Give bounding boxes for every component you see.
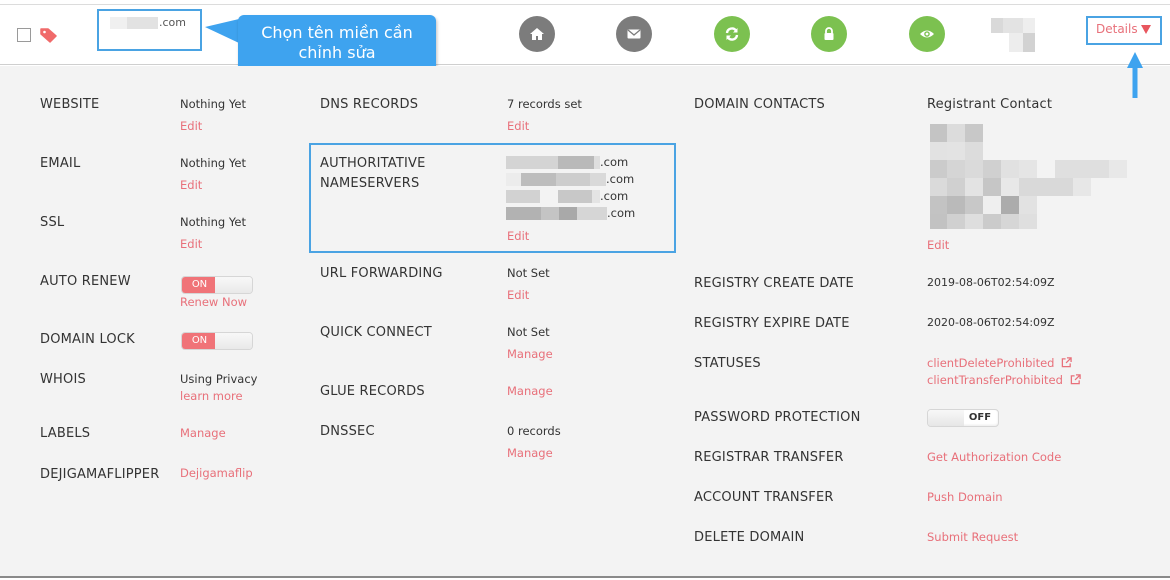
ssl-value: Nothing Yet	[180, 215, 246, 229]
toggle-knob	[215, 277, 252, 293]
toggle-on-label: ON	[182, 333, 217, 349]
whois-label: WHOIS	[40, 372, 86, 387]
labels-label: LABELS	[40, 426, 91, 441]
nameserver-suffix: .com	[606, 172, 635, 186]
caret-down-icon	[1140, 24, 1151, 34]
delete-domain-label: DELETE DOMAIN	[694, 530, 805, 545]
lock-icon	[824, 27, 834, 40]
expire-date-label: REGISTRY EXPIRE DATE	[694, 316, 850, 331]
website-value: Nothing Yet	[180, 97, 246, 111]
toggle-off-label: OFF	[968, 412, 992, 423]
dnssec-label: DNSSEC	[320, 424, 375, 439]
submit-request-link[interactable]: Submit Request	[927, 530, 1018, 544]
domain-suffix: .com	[159, 16, 186, 29]
dejigamaflip-link[interactable]: Dejigamaflip	[180, 466, 253, 480]
nameserver-4: .com	[506, 206, 635, 220]
whois-value: Using Privacy	[180, 372, 258, 386]
password-protection-toggle[interactable]: OFF	[927, 409, 999, 427]
ssl-edit-link[interactable]: Edit	[180, 237, 202, 251]
domain-lock-toggle[interactable]: ON	[181, 332, 253, 350]
account-transfer-label: ACCOUNT TRANSFER	[694, 490, 834, 505]
url-forwarding-label: URL FORWARDING	[320, 266, 443, 281]
redacted-domain	[110, 16, 158, 29]
domain-details-panel: WEBSITE Nothing Yet Edit EMAIL Nothing Y…	[0, 66, 1170, 578]
annotation-callout: Chọn tên miền cần chỉnh sửa	[238, 15, 436, 73]
domain-contacts-edit-link[interactable]: Edit	[927, 238, 949, 252]
domain-name-link[interactable]: .com	[110, 16, 186, 29]
nameserver-suffix: .com	[600, 189, 629, 203]
website-edit-link[interactable]: Edit	[180, 119, 202, 133]
nameserver-suffix: .com	[607, 206, 636, 220]
registrar-transfer-label: REGISTRAR TRANSFER	[694, 450, 844, 465]
email-button[interactable]	[616, 16, 652, 52]
refresh-icon	[725, 27, 739, 41]
renew-button[interactable]	[714, 16, 750, 52]
details-label: Details	[1096, 22, 1138, 36]
renew-now-link[interactable]: Renew Now	[180, 295, 247, 309]
status-text: clientTransferProhibited	[927, 373, 1063, 387]
statuses-label: STATUSES	[694, 356, 761, 371]
toggle-knob	[215, 333, 252, 349]
dns-records-edit-link[interactable]: Edit	[507, 119, 529, 133]
auto-renew-label: AUTO RENEW	[40, 274, 131, 289]
registrant-contact-title: Registrant Contact	[927, 97, 1053, 112]
external-link-icon	[1061, 357, 1072, 368]
select-domain-checkbox[interactable]	[17, 28, 31, 42]
email-icon	[627, 29, 641, 39]
labels-manage-link[interactable]: Manage	[180, 426, 226, 440]
url-forwarding-value: Not Set	[507, 266, 550, 280]
nameserver-suffix: .com	[600, 155, 629, 169]
whois-learn-more-link[interactable]: learn more	[180, 389, 243, 403]
status-link-delete-prohibited[interactable]: clientDeleteProhibited	[927, 356, 1072, 370]
callout-tail	[205, 19, 239, 43]
quick-connect-label: QUICK CONNECT	[320, 325, 432, 340]
glue-records-manage-link[interactable]: Manage	[507, 384, 553, 398]
nameserver-1: .com	[506, 155, 628, 169]
privacy-button[interactable]	[909, 16, 945, 52]
redacted-contact-info	[930, 124, 1127, 229]
email-value: Nothing Yet	[180, 156, 246, 170]
domain-contacts-label: DOMAIN CONTACTS	[694, 97, 825, 112]
details-toggle[interactable]: Details	[1096, 22, 1151, 36]
toggle-knob	[928, 410, 964, 426]
ssl-label: SSL	[40, 215, 65, 230]
lock-button[interactable]	[811, 16, 847, 52]
nameserver-2: .com	[506, 172, 634, 186]
glue-records-label: GLUE RECORDS	[320, 384, 425, 399]
dns-records-label: DNS RECORDS	[320, 97, 419, 112]
nameservers-label-line2: NAMESERVERS	[320, 176, 420, 191]
create-date-value: 2019-08-06T02:54:09Z	[927, 276, 1055, 289]
redacted-user-info	[991, 18, 1035, 52]
toggle-on-label: ON	[182, 277, 217, 293]
nameservers-edit-link[interactable]: Edit	[507, 229, 529, 243]
external-link-icon	[1070, 374, 1081, 385]
website-label: WEBSITE	[40, 97, 100, 112]
home-button[interactable]	[519, 16, 555, 52]
domain-lock-label: DOMAIN LOCK	[40, 332, 135, 347]
quick-connect-manage-link[interactable]: Manage	[507, 347, 553, 361]
push-domain-link[interactable]: Push Domain	[927, 490, 1003, 504]
quick-connect-value: Not Set	[507, 325, 550, 339]
dnssec-value: 0 records	[507, 424, 561, 438]
status-link-transfer-prohibited[interactable]: clientTransferProhibited	[927, 373, 1081, 387]
dejigamaflipper-label: DEJIGAMAFLIPPER	[40, 467, 160, 482]
nameserver-3: .com	[506, 189, 628, 203]
dns-records-value: 7 records set	[507, 97, 582, 111]
tag-icon[interactable]	[40, 27, 58, 43]
email-edit-link[interactable]: Edit	[180, 178, 202, 192]
auto-renew-toggle[interactable]: ON	[181, 276, 253, 294]
nameservers-label-line1: AUTHORITATIVE	[320, 156, 426, 171]
get-authorization-code-link[interactable]: Get Authorization Code	[927, 450, 1061, 464]
email-label: EMAIL	[40, 156, 81, 171]
status-text: clientDeleteProhibited	[927, 356, 1055, 370]
url-forwarding-edit-link[interactable]: Edit	[507, 288, 529, 302]
eye-icon	[920, 30, 934, 38]
password-protection-label: PASSWORD PROTECTION	[694, 410, 861, 425]
domain-row-header: .com Chọn tên miền cần chỉnh sửa Details	[0, 5, 1170, 73]
dnssec-manage-link[interactable]: Manage	[507, 446, 553, 460]
create-date-label: REGISTRY CREATE DATE	[694, 276, 854, 291]
expire-date-value: 2020-08-06T02:54:09Z	[927, 316, 1055, 329]
annotation-arrow-up-icon	[1127, 52, 1143, 98]
home-icon	[530, 28, 544, 40]
